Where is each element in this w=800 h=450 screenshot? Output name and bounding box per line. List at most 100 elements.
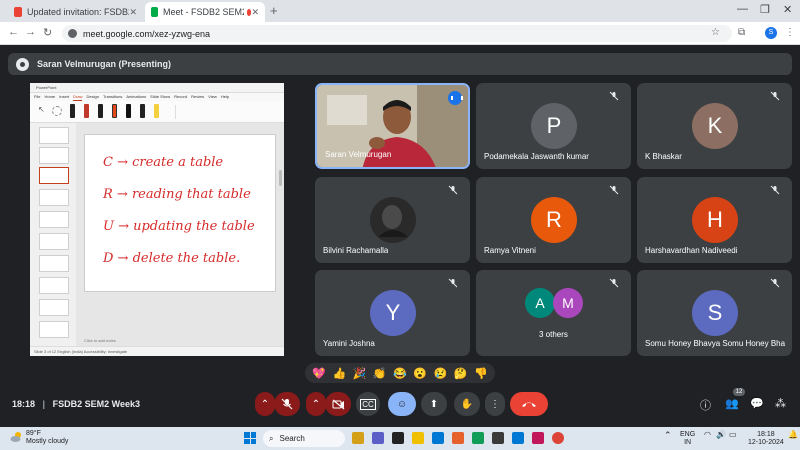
avatar: H: [692, 197, 738, 243]
camera-toggle-button[interactable]: [325, 392, 351, 416]
participant-tile-saran[interactable]: Saran Velmurugan: [315, 83, 470, 169]
back-icon[interactable]: ←: [8, 26, 19, 38]
browser-toolbar: ← → ↻ meet.google.com/xez-yzwg-ena ☆ ⧉ S…: [0, 22, 800, 45]
participant-tile-somu[interactable]: S Somu Honey Bhavya Somu Honey Bha...: [637, 270, 792, 356]
reaction-party[interactable]: 🎉: [353, 367, 367, 380]
participant-tile-podamekala[interactable]: P Podamekala Jaswanth kumar: [476, 83, 631, 169]
wifi-icon[interactable]: ◠: [704, 431, 711, 439]
battery-icon[interactable]: ▭: [729, 431, 737, 439]
participant-tile-harshavardhan[interactable]: H Harshavardhan Nadiveedi: [637, 177, 792, 263]
dell-icon[interactable]: [492, 432, 504, 444]
screen-root: Updated invitation: FSDB2 SEM ✕ Meet - F…: [0, 0, 800, 450]
raise-hand-button[interactable]: ✋: [454, 392, 480, 416]
participant-tile-others[interactable]: A M 3 others: [476, 270, 631, 356]
clock[interactable]: 18:18 12-10-2024: [748, 431, 784, 447]
new-tab-button[interactable]: +: [270, 3, 278, 18]
people-icon[interactable]: 👥: [725, 397, 739, 410]
profile-photo: [370, 197, 416, 243]
address-bar[interactable]: meet.google.com/xez-yzwg-ena: [62, 25, 732, 42]
edge-icon[interactable]: [432, 432, 444, 444]
taskbar-search[interactable]: ⌕ Search: [263, 430, 345, 447]
notification-bell-icon[interactable]: 🔔: [788, 431, 798, 439]
reaction-thumbs-down[interactable]: 👎: [474, 367, 488, 380]
participant-tile-bilvini[interactable]: Bilvini Rachamalla: [315, 177, 470, 263]
mic-off-icon: [770, 278, 780, 288]
reload-icon[interactable]: ↻: [43, 26, 52, 39]
participant-name: Saran Velmurugan: [325, 150, 392, 159]
powerpoint-menu: File Home Insert Draw Design Transitions…: [30, 93, 284, 101]
teams-icon[interactable]: [372, 432, 384, 444]
ink-line-delete: D → delete the table.: [103, 251, 241, 266]
volume-icon[interactable]: 🔊: [716, 431, 726, 439]
chevron-up-icon: ⌃: [311, 398, 321, 410]
leave-call-button[interactable]: [510, 392, 548, 416]
chat-icon[interactable]: 💬: [750, 397, 764, 410]
close-icon[interactable]: ✕: [129, 7, 137, 18]
mic-off-icon: [609, 278, 619, 288]
participant-tile-bhaskar[interactable]: K K Bhaskar: [637, 83, 792, 169]
ribbon-tools-group: [175, 105, 275, 119]
slide-thumbnails: [30, 123, 76, 346]
chrome-icon[interactable]: [552, 432, 564, 444]
mic-options-button[interactable]: ⌃: [255, 392, 275, 416]
menu-insert: Insert: [59, 94, 70, 99]
more-options-button[interactable]: ⋮: [485, 392, 505, 416]
present-screen-button[interactable]: ⬆: [421, 392, 447, 416]
forward-icon[interactable]: →: [25, 26, 36, 38]
task-view-icon[interactable]: [392, 432, 404, 444]
maximize-icon[interactable]: ❐: [760, 3, 770, 16]
extensions-icon[interactable]: ⧉: [738, 27, 745, 38]
tray-overflow-icon[interactable]: ⌃: [664, 431, 672, 440]
close-icon[interactable]: ✕: [251, 7, 259, 18]
store-icon[interactable]: [532, 432, 544, 444]
search-label: Search: [279, 434, 305, 443]
reaction-sad[interactable]: 😢: [434, 367, 448, 380]
reaction-heart[interactable]: 💖: [312, 367, 326, 380]
site-info-icon[interactable]: [68, 29, 77, 38]
camera-off-icon: [332, 399, 344, 409]
widget-icon[interactable]: [352, 432, 364, 444]
current-slide: C → create a table R → reading that tabl…: [84, 134, 276, 292]
reaction-laugh[interactable]: 😂: [393, 367, 407, 380]
captions-button[interactable]: CC: [356, 392, 380, 416]
weather-widget[interactable]: 89°F Mostly cloudy: [26, 430, 68, 446]
participant-name: Somu Honey Bhavya Somu Honey Bha...: [645, 339, 785, 348]
menu-draw: Draw: [73, 94, 83, 101]
profile-avatar[interactable]: S: [765, 27, 777, 39]
avatar: S: [692, 290, 738, 336]
file-explorer-icon[interactable]: [412, 432, 424, 444]
mail-icon[interactable]: [512, 432, 524, 444]
participant-name: Harshavardhan Nadiveedi: [645, 246, 738, 255]
camera-options-button[interactable]: ⌃: [306, 392, 326, 416]
close-window-icon[interactable]: ✕: [783, 3, 792, 16]
meeting-details-icon[interactable]: ⓘ: [700, 397, 711, 413]
browser-tab-meet[interactable]: Meet - FSDB2 SEM2 Week3 ✕: [145, 2, 265, 22]
clock-time: 18:18: [757, 431, 775, 438]
presenting-icon: [16, 57, 29, 71]
bookmark-star-icon[interactable]: ☆: [711, 27, 720, 38]
reaction-clap[interactable]: 👏: [373, 367, 387, 380]
app-icon[interactable]: [472, 432, 484, 444]
others-label: 3 others: [539, 330, 568, 339]
mic-toggle-button[interactable]: [274, 392, 300, 416]
minimize-icon[interactable]: —: [737, 3, 748, 15]
reaction-thinking[interactable]: 🤔: [454, 367, 468, 380]
select-arrow-icon: ↖: [38, 105, 45, 114]
windows-start-icon[interactable]: [244, 432, 256, 444]
copilot-icon[interactable]: [452, 432, 464, 444]
reaction-surprised[interactable]: 😮: [413, 367, 427, 380]
reaction-thumbs-up[interactable]: 👍: [332, 367, 346, 380]
mic-off-icon: [609, 91, 619, 101]
language-indicator[interactable]: ENG IN: [680, 431, 695, 447]
avatar: P: [531, 103, 577, 149]
lang-bottom: IN: [684, 439, 692, 446]
ink-line-create: C → create a table: [103, 155, 224, 170]
browser-tab-invitation[interactable]: Updated invitation: FSDB2 SEM ✕: [8, 2, 143, 22]
menu-animations: Animations: [126, 94, 147, 99]
emoji-reactions-button[interactable]: ☺: [388, 392, 416, 416]
ink-line-update: U → updating the table: [103, 219, 255, 234]
participant-tile-ramya[interactable]: R Ramya Vitneni: [476, 177, 631, 263]
activities-icon[interactable]: ⁂: [775, 397, 786, 410]
participant-tile-yamini[interactable]: Y Yamini Joshna: [315, 270, 470, 356]
menu-kebab-icon[interactable]: ⋮: [785, 27, 795, 38]
